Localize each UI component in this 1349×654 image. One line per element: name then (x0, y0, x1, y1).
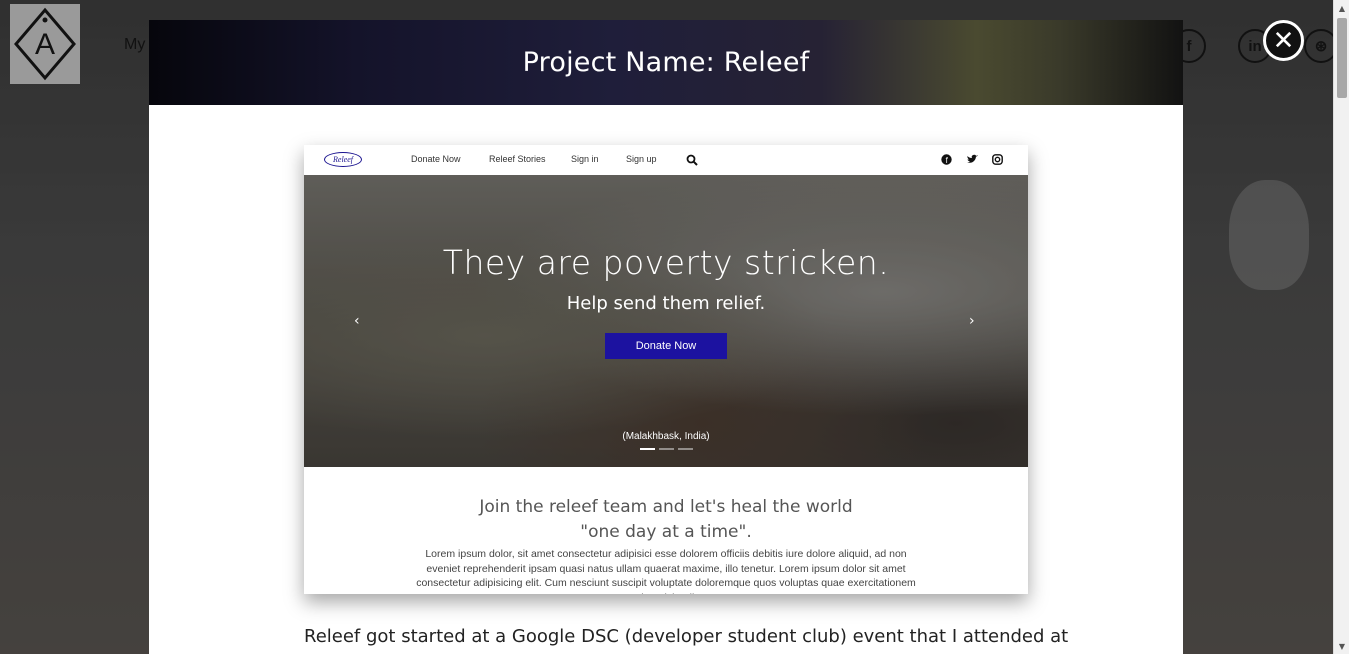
screenshot-logo: Releef (324, 152, 362, 167)
close-modal-button[interactable]: ✕ (1263, 20, 1304, 61)
scroll-up-arrow-icon[interactable]: ▲ (1334, 0, 1349, 16)
screenshot-nav-stories: Releef Stories (489, 154, 546, 164)
screenshot-nav-signup: Sign up (626, 154, 657, 164)
site-logo[interactable]: A (10, 4, 80, 84)
screenshot-nav-donate: Donate Now (411, 154, 461, 164)
screenshot-body: Join the releef team and let's heal the … (304, 467, 1028, 594)
hero-donate-button: Donate Now (605, 333, 727, 359)
scroll-down-arrow-icon[interactable]: ▼ (1334, 638, 1349, 654)
carousel-next-icon: › (969, 313, 975, 329)
page-scrollbar[interactable]: ▲ ▼ (1333, 0, 1349, 654)
carousel-prev-icon: ‹ (354, 313, 360, 329)
screenshot-navbar: Releef Donate Now Releef Stories Sign in… (304, 145, 1028, 175)
svg-text:A: A (35, 28, 55, 61)
hero-caption: (Malakhbask, India) (622, 431, 710, 442)
logo-diamond-icon: A (14, 7, 76, 81)
project-description: Releef got started at a Google DSC (deve… (304, 626, 1069, 647)
carousel-indicators (640, 448, 693, 450)
carousel-indicator (659, 448, 674, 450)
hero-carousel: They are poverty stricken. Help send the… (304, 175, 1028, 467)
twitter-icon (967, 154, 978, 163)
search-icon (686, 154, 698, 166)
hero-headline: They are poverty stricken. (442, 243, 890, 282)
project-modal: Project Name: Releef Releef Donate Now R… (149, 20, 1183, 654)
modal-header: Project Name: Releef (149, 20, 1183, 105)
instagram-icon (992, 154, 1003, 165)
modal-title: Project Name: Releef (522, 47, 810, 78)
apple-logo-icon (1229, 180, 1309, 290)
screenshot-heading-line2: "one day at a time". (580, 522, 752, 542)
screenshot-heading: Join the releef team and let's heal the … (304, 495, 1028, 545)
project-screenshot: Releef Donate Now Releef Stories Sign in… (304, 145, 1028, 594)
screenshot-heading-line1: Join the releef team and let's heal the … (479, 497, 853, 517)
nav-link-my[interactable]: My (124, 36, 145, 54)
carousel-indicator (640, 448, 655, 450)
screenshot-lorem: Lorem ipsum dolor, sit amet consectetur … (416, 548, 916, 594)
carousel-indicator (678, 448, 693, 450)
facebook-icon: f (941, 154, 952, 165)
close-icon: ✕ (1272, 25, 1295, 56)
scroll-thumb[interactable] (1337, 18, 1347, 98)
screenshot-nav-signin: Sign in (571, 154, 599, 164)
hero-subheadline: Help send them relief. (566, 293, 766, 314)
